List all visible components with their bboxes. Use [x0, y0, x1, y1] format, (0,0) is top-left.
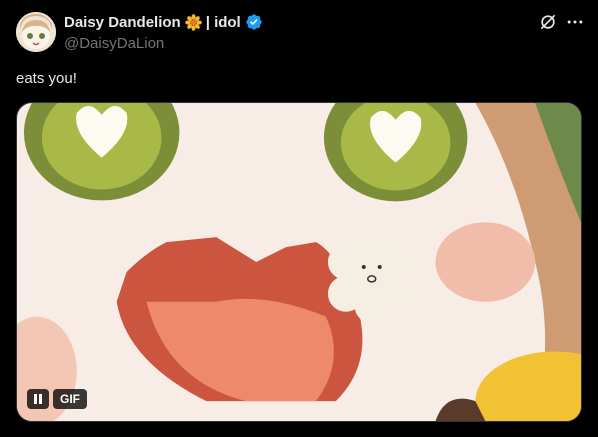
more-options-icon[interactable]: [564, 12, 586, 32]
post: Daisy Dandelion | idol @DaisyDaLion eats…: [0, 0, 598, 437]
grok-icon[interactable]: [538, 12, 558, 32]
avatar-image: [16, 12, 56, 52]
sunflower-icon: [184, 13, 202, 31]
gif-controls: GIF: [27, 389, 87, 409]
gif-image: [17, 103, 581, 421]
display-name[interactable]: Daisy Dandelion: [64, 14, 181, 31]
post-header: Daisy Dandelion | idol @DaisyDaLion: [64, 12, 263, 52]
gif-media[interactable]: GIF: [16, 102, 582, 422]
post-text: eats you!: [16, 70, 77, 87]
gif-badge: GIF: [53, 389, 87, 409]
name-suffix: | idol: [205, 13, 241, 31]
pause-button[interactable]: [27, 389, 49, 409]
pause-icon: [34, 394, 42, 404]
avatar[interactable]: [16, 12, 56, 52]
verified-badge-icon[interactable]: [245, 13, 263, 31]
name-row: Daisy Dandelion | idol: [64, 12, 263, 32]
author-handle[interactable]: @DaisyDaLion: [64, 35, 263, 52]
